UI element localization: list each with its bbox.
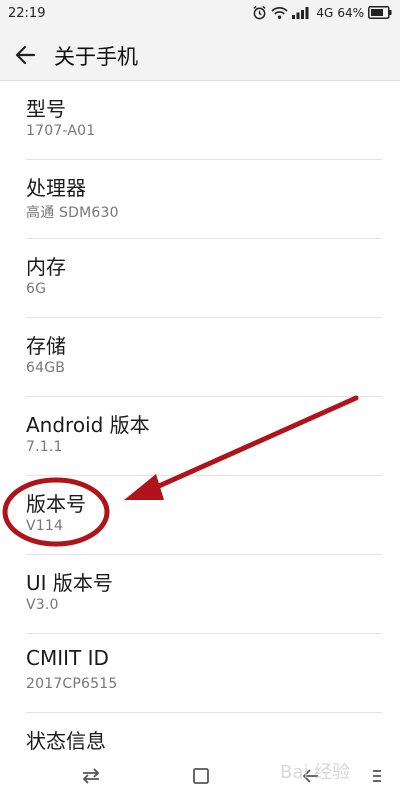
network-type: 4G [316, 5, 334, 20]
list-item-storage[interactable]: 存储 64GB [26, 318, 382, 397]
menu-icon[interactable] [370, 766, 392, 786]
arrow-left-icon[interactable] [12, 42, 40, 68]
list-item-cmiit-id[interactable]: CMIIT ID 2017CP6515 [26, 634, 382, 713]
battery-percent: 64% [337, 5, 364, 20]
alarm-icon [252, 5, 267, 20]
item-title: 处理器 [26, 176, 86, 200]
list-item-build-number[interactable]: 版本号 V114 [26, 476, 382, 555]
watermark: Bai 经验 [280, 762, 351, 783]
item-title: 型号 [26, 97, 66, 121]
item-value: V3.0 [26, 597, 59, 613]
signal-icon [292, 6, 312, 19]
page-title: 关于手机 [54, 45, 138, 69]
item-value: 6G [26, 281, 47, 297]
item-title: 存储 [26, 334, 66, 358]
list-item-ui-version[interactable]: UI 版本号 V3.0 [26, 555, 382, 634]
status-icons: 4G 64% [252, 5, 392, 20]
item-value: V114 [26, 518, 64, 534]
item-title: 状态信息 [26, 729, 106, 753]
item-title: CMIIT ID [26, 646, 109, 670]
item-value: 7.1.1 [26, 439, 63, 455]
item-value: 1707-A01 [26, 123, 96, 139]
status-time: 22:19 [8, 6, 46, 21]
item-title: 版本号 [26, 492, 86, 516]
home-icon[interactable] [190, 766, 212, 786]
about-phone-list: 型号 1707-A01 处理器 高通 SDM630 内存 6G 存储 64GB … [0, 81, 400, 791]
battery-icon [368, 6, 392, 19]
list-item-android-version[interactable]: Android 版本 7.1.1 [26, 397, 382, 476]
status-bar: 22:19 4G 64% [0, 0, 400, 30]
recent-apps-icon[interactable] [80, 766, 102, 786]
wifi-icon [271, 6, 289, 20]
item-title: 内存 [26, 255, 66, 279]
item-value: 64GB [26, 360, 66, 376]
list-item-processor[interactable]: 处理器 高通 SDM630 [26, 160, 382, 239]
list-item-memory[interactable]: 内存 6G [26, 239, 382, 318]
item-title: UI 版本号 [26, 571, 113, 595]
app-bar: 关于手机 [0, 30, 400, 81]
item-title: Android 版本 [26, 413, 150, 437]
item-value: 高通 SDM630 [26, 205, 119, 221]
item-value: 2017CP6515 [26, 676, 118, 692]
list-item-model[interactable]: 型号 1707-A01 [26, 81, 382, 160]
